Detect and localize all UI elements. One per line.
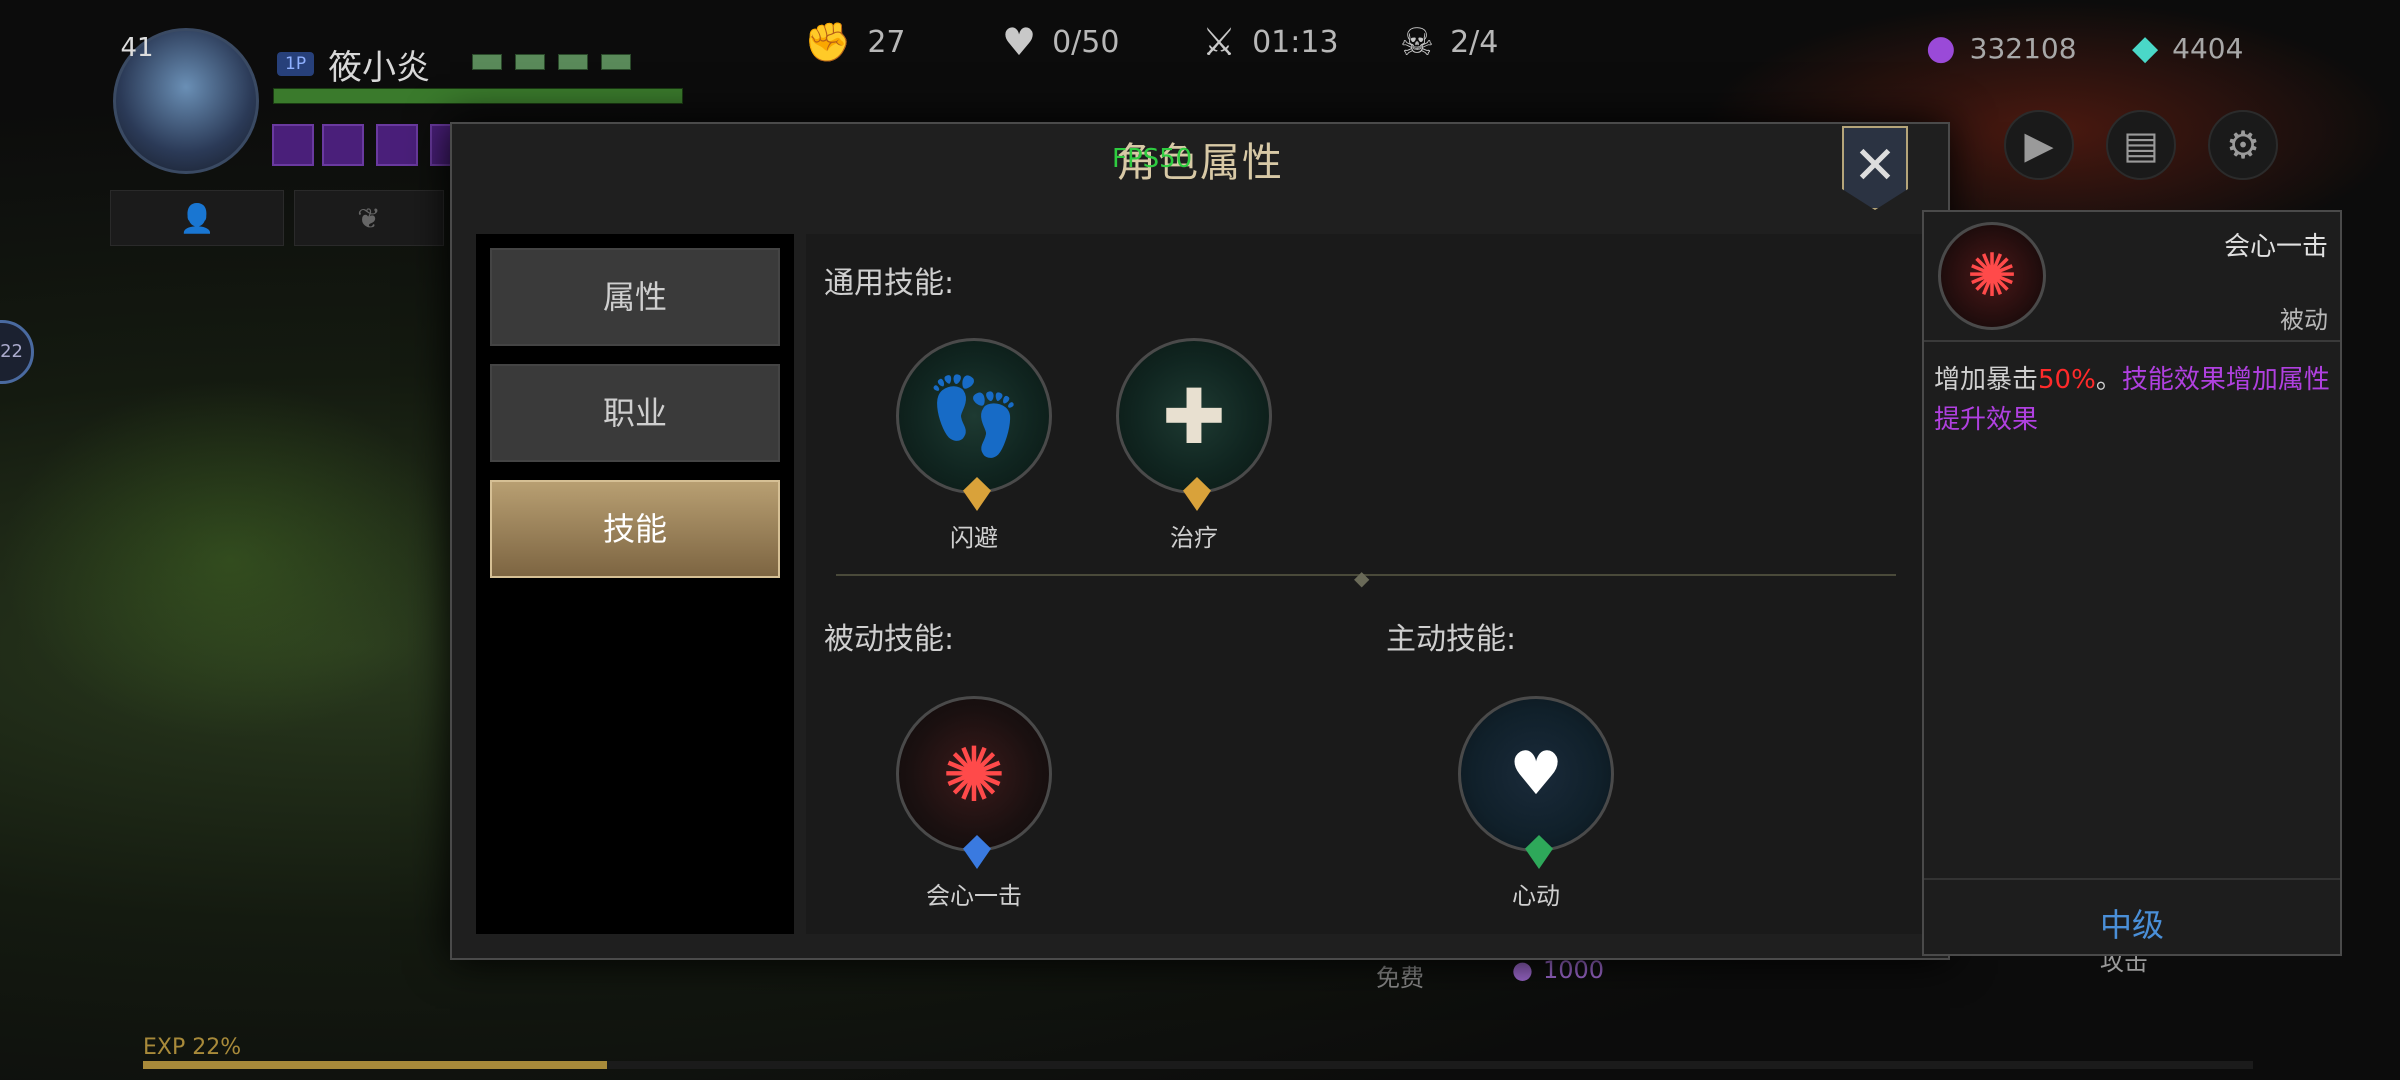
skill-dodge[interactable]: 👣 闪避	[894, 338, 1054, 553]
battery-icon	[515, 54, 545, 70]
sparkle-heart-icon: ♥	[1509, 739, 1563, 809]
timer-stat: ⚔ 01:13	[1202, 20, 1339, 64]
tooltip-skill-type: 被动	[2280, 306, 2328, 334]
gem-blue	[963, 835, 991, 869]
active-skills-title: 主动技能:	[1386, 622, 1517, 657]
tooltip-description: 增加暴击50%。技能效果增加属性提升效果	[1934, 360, 2330, 440]
gem-gold	[963, 477, 991, 511]
heal-heart-icon: ✚	[1162, 371, 1226, 461]
tooltip-bottom-divider	[1924, 878, 2340, 880]
buff-icon	[322, 124, 364, 166]
kills-value: 2/4	[1450, 24, 1499, 60]
passive-skills-title: 被动技能:	[824, 622, 955, 657]
item-button[interactable]: ❦	[294, 190, 444, 246]
skill-critical-strike[interactable]: ✺ 会心一击	[894, 696, 1054, 911]
heart-stat: ♥ 0/50	[1002, 20, 1119, 64]
monitor-gear-icon: ▤	[2123, 123, 2159, 167]
buff-icon	[272, 124, 314, 166]
exp-label: EXP 22%	[143, 1035, 242, 1060]
cost-value: 1000	[1542, 956, 1605, 984]
tab-class[interactable]: 职业	[490, 364, 780, 462]
dialog-nav: 属性 职业 技能	[476, 234, 794, 934]
player-level: 41	[120, 33, 154, 63]
skill-name: 治疗	[1170, 524, 1218, 552]
skill-tooltip: ✺ 会心一击 被动 增加暴击50%。技能效果增加属性提升效果 中级	[1922, 210, 2342, 956]
purple-gem-value: 332108	[1969, 31, 2077, 65]
heartbeat-icon: ♥	[1002, 20, 1037, 64]
attack-stat: ✊ 27	[804, 20, 906, 65]
gem-green	[1525, 835, 1553, 869]
kills-stat: ☠ 2/4	[1400, 20, 1498, 64]
hp-bar	[273, 88, 683, 104]
timer-value: 01:13	[1252, 24, 1339, 60]
close-button[interactable]: ✕	[1842, 126, 1908, 210]
skill-icon-frame: 👣	[896, 338, 1052, 511]
desc-prefix: 增加暴击	[1934, 365, 2039, 395]
desc-value: 50%	[2038, 365, 2096, 395]
background-glow-green	[0, 380, 460, 740]
general-skills-title: 通用技能:	[824, 266, 955, 301]
heart-value: 0/50	[1052, 24, 1120, 60]
battery-icon	[558, 54, 588, 70]
purple-gem-icon: ●	[1926, 28, 1956, 68]
free-label: 免费	[1376, 964, 1424, 992]
play-icon: ▶	[2024, 123, 2054, 167]
skill-name: 会心一击	[926, 882, 1022, 910]
crit-slash-icon: ✺	[942, 729, 1006, 819]
display-settings-button[interactable]: ▤	[2106, 110, 2176, 180]
player-name: 筱小炎	[328, 48, 430, 88]
gear-icon: ⚙	[2225, 123, 2261, 167]
skill-name: 闪避	[950, 524, 998, 552]
skill-grade[interactable]: 中级	[1924, 900, 2340, 946]
tab-attributes[interactable]: 属性	[490, 248, 780, 346]
skill-heal[interactable]: ✚ 治疗	[1114, 338, 1274, 553]
crystal-value: 4404	[2172, 31, 2244, 65]
foot-icon: 👣	[926, 371, 1022, 460]
player-tag: 1P	[277, 52, 315, 76]
character-button[interactable]: 👤	[110, 190, 284, 246]
crossed-swords-icon: ⚔	[1202, 20, 1237, 64]
purple-gem-icon: ●	[1512, 956, 1533, 984]
crystal-icon: ◆	[2132, 28, 2159, 68]
crystal-currency: ◆ 4404	[2132, 28, 2243, 68]
buff-icon	[376, 124, 418, 166]
leaf-icon: ❦	[357, 202, 381, 235]
attack-value: 27	[867, 25, 906, 60]
desc-separator: 。	[2095, 365, 2122, 395]
play-button[interactable]: ▶	[2004, 110, 2074, 180]
gem-gold	[1183, 477, 1211, 511]
tooltip-divider	[1924, 340, 2340, 342]
battery-icon	[601, 54, 631, 70]
demon-mask-icon: ☠	[1400, 20, 1435, 64]
fps-counter: FPS50	[1112, 144, 1193, 174]
fist-icon: ✊	[804, 20, 852, 64]
tooltip-skill-name: 会心一击	[2223, 232, 2328, 262]
close-icon: ✕	[1853, 136, 1897, 196]
skill-icon-frame: ✺	[896, 696, 1052, 869]
crit-slash-icon: ✺	[1938, 222, 2046, 330]
purple-gem-currency: ● 332108	[1926, 28, 2077, 68]
skill-icon-frame: ✚	[1116, 338, 1272, 511]
skills-content: 通用技能: 👣 闪避 ✚ 治疗 ◆ 被动技能: 主动技能: ✺ 会心一击 ♥ 心…	[806, 234, 1926, 934]
exp-bar-fill	[143, 1061, 608, 1069]
skill-name: 心动	[1512, 882, 1560, 910]
divider-ornament: ◆	[1354, 566, 1370, 590]
character-attributes-dialog: 角色属性 FPS50 ✕ 属性 职业 技能 通用技能: 👣 闪避 ✚ 治疗 ◆ …	[450, 122, 1950, 960]
tab-skills[interactable]: 技能	[490, 480, 780, 578]
dialog-title: 角色属性	[1116, 140, 1284, 186]
settings-button[interactable]: ⚙	[2208, 110, 2278, 180]
left-badge[interactable]: 22	[0, 320, 34, 384]
skill-heartbeat[interactable]: ♥ 心动	[1456, 696, 1616, 911]
skill-icon-frame: ♥	[1458, 696, 1614, 869]
person-icon: 👤	[179, 202, 215, 235]
cost: ● 1000	[1512, 956, 1604, 984]
battery-icon	[472, 54, 502, 70]
